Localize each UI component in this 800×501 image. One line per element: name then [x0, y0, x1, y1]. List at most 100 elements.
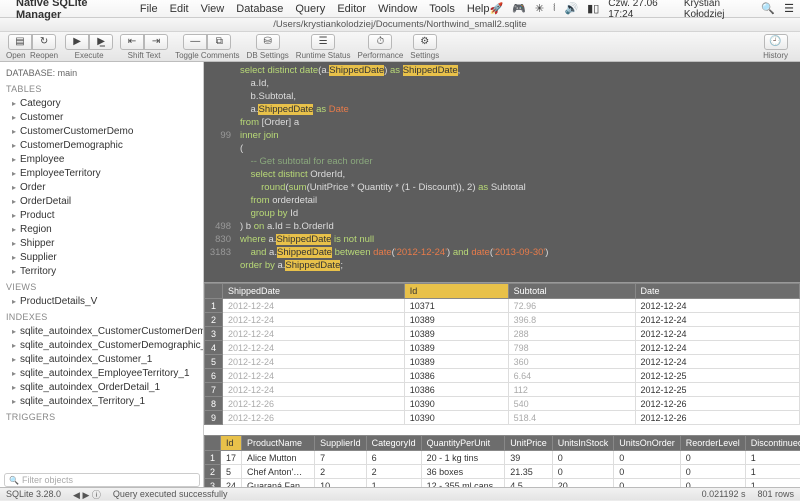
run-selection-button[interactable]: ▶̲ — [89, 34, 113, 50]
table-row[interactable]: 25Chef Anton'…2236 boxes21.350001Condime… — [205, 465, 800, 479]
col-header[interactable] — [205, 436, 221, 451]
spotlight-icon[interactable]: 🔍 — [761, 2, 775, 15]
system-status-icons: 🚀 🎮 ✳︎ ⧙ 🔊 ▮▯ Czw. 27.06 17:24 Krystian … — [490, 0, 795, 20]
col-header[interactable]: UnitsInStock — [552, 436, 614, 451]
dbsettings-button[interactable]: ⛁ — [256, 34, 280, 50]
index-sqlite_autoindex_employeeterritory_1[interactable]: sqlite_autoindex_EmployeeTerritory_1 — [0, 366, 203, 380]
run-button[interactable]: ▶ — [65, 34, 89, 50]
col-header[interactable]: UnitsOnOrder — [614, 436, 681, 451]
table-row[interactable]: 12012-12-241037172.962012-12-24 — [205, 299, 800, 313]
editor-gutter: 99 4988303183 27 — [204, 62, 236, 282]
col-header[interactable]: UnitPrice — [505, 436, 553, 451]
menu-tools[interactable]: Tools — [429, 3, 455, 15]
menu-query[interactable]: Query — [295, 3, 325, 15]
col-header[interactable]: CategoryId — [366, 436, 421, 451]
table-customerdemographic[interactable]: CustomerDemographic — [0, 138, 203, 152]
blockcomment-button[interactable]: ⧉ — [207, 34, 231, 50]
outdent-button[interactable]: ⇤ — [120, 34, 144, 50]
volume-icon[interactable]: 🔊 — [564, 2, 578, 15]
tables-header: TABLES — [0, 80, 203, 96]
indent-button[interactable]: ⇥ — [144, 34, 168, 50]
app-name[interactable]: Native SQLite Manager — [16, 0, 128, 21]
index-sqlite_autoindex_territory_1[interactable]: sqlite_autoindex_Territory_1 — [0, 394, 203, 408]
views-header: VIEWS — [0, 278, 203, 294]
table-shipper[interactable]: Shipper — [0, 236, 203, 250]
runtimestatus-button[interactable]: ☰ — [311, 34, 335, 50]
notifications-icon[interactable]: ☰ — [784, 2, 794, 15]
table-territory[interactable]: Territory — [0, 264, 203, 278]
table-row[interactable]: 22012-12-2410389396.82012-12-24 — [205, 313, 800, 327]
results-pane[interactable]: ShippedDateIdSubtotalDate12012-12-241037… — [204, 282, 800, 487]
filter-objects-input[interactable]: Filter objects — [4, 473, 200, 487]
toolbar: ▤ ↻ Open Reopen ▶ ▶̲ Execute ⇤ ⇥ Shift T… — [0, 32, 800, 62]
results-table-2[interactable]: IdProductNameSupplierIdCategoryIdQuantit… — [204, 435, 800, 487]
table-row[interactable]: 117Alice Mutton7620 - 1 kg tins390001Mea… — [205, 451, 800, 465]
rocket-icon[interactable]: 🚀 — [490, 2, 504, 15]
col-header[interactable]: Date — [635, 284, 799, 299]
index-sqlite_autoindex_customer_1[interactable]: sqlite_autoindex_Customer_1 — [0, 352, 203, 366]
table-employee[interactable]: Employee — [0, 152, 203, 166]
index-sqlite_autoindex_customerdemographic_1[interactable]: sqlite_autoindex_CustomerDemographic_1 — [0, 338, 203, 352]
table-row[interactable]: 62012-12-24103866.642012-12-25 — [205, 369, 800, 383]
editor-code[interactable]: select distinct date(a.ShippedDate) as S… — [236, 62, 800, 282]
index-sqlite_autoindex_customercustomerdemo_1[interactable]: sqlite_autoindex_CustomerCustomerDemo_1 — [0, 324, 203, 338]
wifi-icon[interactable]: ⧙ — [553, 2, 555, 15]
col-header[interactable]: Subtotal — [508, 284, 635, 299]
menu-window[interactable]: Window — [378, 3, 417, 15]
col-header[interactable]: SupplierId — [315, 436, 367, 451]
table-row[interactable]: 52012-12-24103893602012-12-24 — [205, 355, 800, 369]
table-customer[interactable]: Customer — [0, 110, 203, 124]
view-productdetails_v[interactable]: ProductDetails_V — [0, 294, 203, 308]
system-menubar: Native SQLite Manager File Edit View Dat… — [0, 0, 800, 18]
menu-database[interactable]: Database — [236, 3, 283, 15]
table-row[interactable]: 32012-12-24103892882012-12-24 — [205, 327, 800, 341]
col-header[interactable]: ProductName — [242, 436, 315, 451]
performance-button[interactable]: ⏱ — [368, 34, 392, 50]
controller-icon[interactable]: 🎮 — [512, 2, 526, 15]
table-customercustomerdemo[interactable]: CustomerCustomerDemo — [0, 124, 203, 138]
table-row[interactable]: 324Guaraná Fan…10112 - 355 ml cans4.5200… — [205, 479, 800, 488]
menu-edit[interactable]: Edit — [170, 3, 189, 15]
settings-button[interactable]: ⚙ — [413, 34, 437, 50]
results-table-1[interactable]: ShippedDateIdSubtotalDate12012-12-241037… — [204, 283, 800, 425]
table-supplier[interactable]: Supplier — [0, 250, 203, 264]
col-header[interactable]: QuantityPerUnit — [421, 436, 505, 451]
table-order[interactable]: Order — [0, 180, 203, 194]
menu-editor[interactable]: Editor — [337, 3, 366, 15]
database-label: DATABASE: main — [0, 66, 203, 80]
sql-editor[interactable]: 99 4988303183 27 select distinct date(a.… — [204, 62, 800, 282]
user-name[interactable]: Krystian Kołodziej — [684, 0, 753, 20]
table-row[interactable]: 42012-12-24103897982012-12-24 — [205, 341, 800, 355]
status-timing: 0.021192 s — [702, 489, 746, 499]
col-header[interactable]: Discontinued — [745, 436, 800, 451]
reopen-button[interactable]: ↻ — [32, 34, 56, 50]
open-button[interactable]: ▤ — [8, 34, 32, 50]
col-header[interactable] — [205, 284, 223, 299]
history-button[interactable]: 🕘 — [764, 34, 788, 50]
table-row[interactable]: 92012-12-2610390518.42012-12-26 — [205, 411, 800, 425]
status-controls[interactable]: ◀ ▶ ⓘ — [73, 488, 101, 501]
index-sqlite_autoindex_orderdetail_1[interactable]: sqlite_autoindex_OrderDetail_1 — [0, 380, 203, 394]
battery-icon[interactable]: ▮▯ — [587, 2, 599, 15]
indexes-header: INDEXES — [0, 308, 203, 324]
table-employeeterritory[interactable]: EmployeeTerritory — [0, 166, 203, 180]
table-orderdetail[interactable]: OrderDetail — [0, 194, 203, 208]
clock[interactable]: Czw. 27.06 17:24 — [608, 0, 675, 20]
table-row[interactable]: 82012-12-26103905402012-12-26 — [205, 397, 800, 411]
col-header[interactable]: Id — [221, 436, 242, 451]
table-row[interactable]: 72012-12-24103861122012-12-25 — [205, 383, 800, 397]
col-header[interactable]: ShippedDate — [223, 284, 405, 299]
table-product[interactable]: Product — [0, 208, 203, 222]
app-menus: File Edit View Database Query Editor Win… — [140, 3, 490, 15]
menu-view[interactable]: View — [201, 3, 225, 15]
col-header[interactable]: Id — [404, 284, 508, 299]
col-header[interactable]: ReorderLevel — [680, 436, 745, 451]
table-region[interactable]: Region — [0, 222, 203, 236]
fan-icon[interactable]: ✳︎ — [535, 2, 544, 15]
comment-button[interactable]: — — [183, 34, 207, 50]
table-category[interactable]: Category — [0, 96, 203, 110]
status-message: Query executed successfully — [113, 489, 228, 499]
window-title: /Users/krystiankolodziej/Documents/North… — [273, 19, 526, 30]
menu-file[interactable]: File — [140, 3, 158, 15]
menu-help[interactable]: Help — [467, 3, 490, 15]
